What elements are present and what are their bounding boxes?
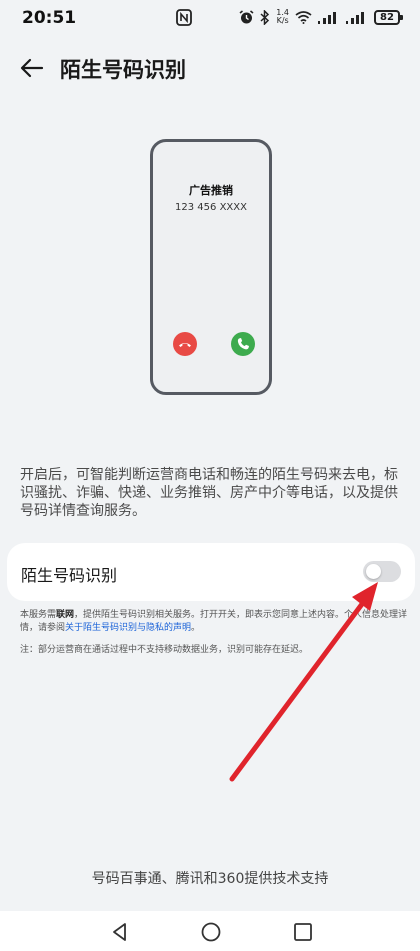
wifi-icon: [295, 11, 312, 24]
battery-icon: 82: [374, 9, 403, 25]
hangup-icon: [173, 332, 197, 356]
nfc-icon: [176, 9, 192, 26]
status-bar: 20:51 1.4 K/s 82: [0, 0, 420, 36]
service-notice: 本服务需联网，提供陌生号码识别相关服务。打开开关，即表示您同意上述内容。个人信息…: [20, 609, 408, 635]
header: 陌生号码识别: [0, 44, 420, 92]
bluetooth-icon: [260, 9, 270, 25]
signal-icon: [346, 12, 364, 24]
network-speed: 1.4 K/s: [276, 9, 289, 25]
notice-prefix: 本服务需: [20, 610, 57, 620]
network-speed-unit: K/s: [276, 16, 289, 25]
phone-illustration: 广告推销 123 456 XXXX: [150, 139, 272, 395]
tech-support-credit: 号码百事通、腾讯和360提供技术支持: [91, 871, 329, 887]
alarm-icon: [239, 9, 254, 23]
signal-icon: [318, 12, 336, 24]
navigation-bar: [0, 911, 420, 951]
answer-call-icon: [231, 332, 255, 356]
back-arrow-icon: [20, 58, 44, 78]
caller-number: 123 456 XXXX: [175, 202, 247, 213]
nav-home-icon[interactable]: [200, 921, 222, 943]
nav-recents-icon[interactable]: [292, 921, 314, 943]
stranger-number-toggle[interactable]: [363, 561, 401, 582]
feature-description: 开启后，可智能判断运营商电话和畅连的陌生号码来去电，标识骚扰、诈骗、快递、业务推…: [20, 467, 398, 519]
back-button[interactable]: [16, 52, 48, 84]
setting-label: 陌生号码识别: [21, 566, 118, 585]
status-time: 20:51: [22, 8, 77, 28]
page-title: 陌生号码识别: [60, 58, 186, 82]
nav-back-icon[interactable]: [109, 921, 131, 943]
privacy-statement-link[interactable]: 关于陌生号码识别与隐私的声明: [65, 623, 191, 633]
caller-name: 广告推销: [189, 184, 233, 197]
notice-suffix: 。: [191, 623, 201, 633]
setting-card: 陌生号码识别: [7, 543, 415, 601]
status-icons: 1.4 K/s 82: [239, 9, 403, 25]
notice-bold: 联网: [56, 610, 75, 620]
carrier-note: 注：部分运营商在通话过程中不支持移动数据业务，识别可能存在延迟。: [20, 645, 309, 655]
toggle-knob: [366, 564, 381, 579]
